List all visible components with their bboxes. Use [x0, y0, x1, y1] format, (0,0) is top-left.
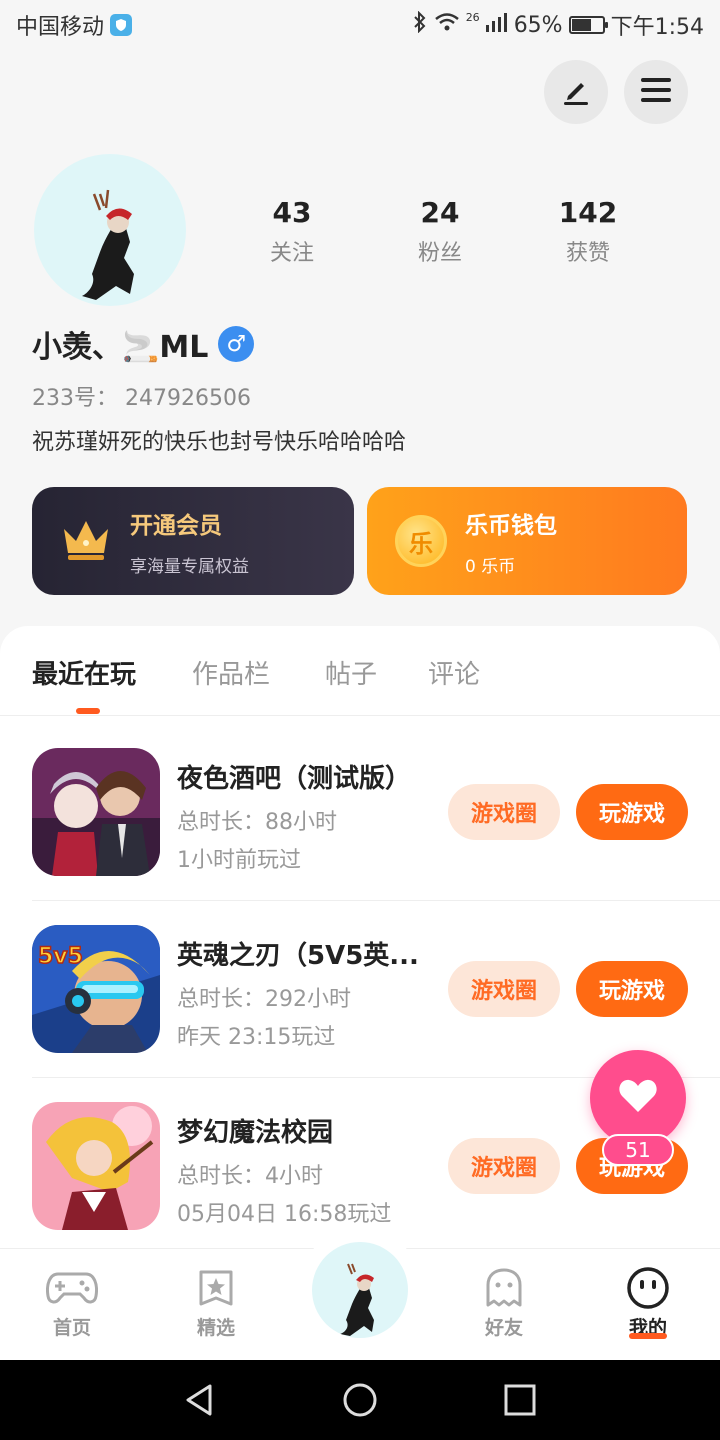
nav-featured-label: 精选 — [196, 1317, 235, 1339]
star-icon — [171, 1267, 261, 1309]
stat-following[interactable]: 43 关注 — [232, 196, 352, 267]
game-duration: 总时长：4小时 — [177, 1164, 323, 1189]
fans-label: 粉丝 — [417, 241, 462, 266]
username: 小羡、🚬ML — [32, 330, 209, 365]
wallet-title: 乐币钱包 — [465, 512, 557, 539]
game-icon-magic-school — [32, 1102, 160, 1230]
game-title: 英魂之刃（5V5英... — [177, 941, 419, 971]
game-title: 夜色酒吧（测试版） — [177, 764, 412, 794]
game-circle-button[interactable]: 游戏圈 — [448, 961, 560, 1017]
recents-icon[interactable] — [502, 1382, 538, 1418]
game-icon-badge: 5v5 — [38, 944, 83, 969]
following-label: 关注 — [269, 241, 314, 266]
nav-me[interactable]: 我的 — [603, 1267, 693, 1340]
tab-posts[interactable]: 帖子 — [325, 654, 377, 691]
back-icon[interactable] — [182, 1382, 218, 1418]
heart-icon — [618, 1078, 658, 1118]
status-bar: 中国移动 26 65% 下午1:54 — [0, 0, 720, 50]
divider — [32, 900, 720, 901]
bluetooth-icon — [412, 10, 428, 39]
nav-featured[interactable]: 精选 — [171, 1267, 261, 1340]
game-circle-button[interactable]: 游戏圈 — [448, 784, 560, 840]
floating-like-button[interactable] — [590, 1050, 686, 1146]
coin-icon: 乐 — [395, 515, 447, 567]
tab-indicator — [76, 708, 100, 714]
play-game-button[interactable]: 玩游戏 — [576, 961, 688, 1017]
game-title: 梦幻魔法校园 — [177, 1118, 334, 1148]
crown-icon — [60, 517, 112, 565]
following-count: 43 — [272, 196, 312, 229]
home-circle-icon[interactable] — [342, 1382, 378, 1418]
game-duration: 总时长：292小时 — [177, 987, 351, 1012]
like-count-badge: 51 — [602, 1134, 674, 1166]
game-circle-button[interactable]: 游戏圈 — [448, 1138, 560, 1194]
fans-count: 24 — [420, 196, 460, 229]
stat-fans[interactable]: 24 粉丝 — [380, 196, 500, 267]
avatar[interactable] — [34, 154, 186, 306]
clock: 下午1:54 — [610, 15, 704, 40]
nav-center-avatar-button[interactable] — [312, 1242, 408, 1338]
game-row[interactable]: 夜色酒吧（测试版） 总时长：88小时 1小时前玩过 游戏圈 玩游戏 — [32, 748, 720, 908]
gamepad-icon — [27, 1267, 117, 1309]
nav-friends[interactable]: 好友 — [459, 1267, 549, 1340]
carrier-name: 中国移动 — [16, 15, 105, 40]
hamburger-icon — [641, 77, 671, 107]
game-duration: 总时长：88小时 — [177, 810, 337, 835]
likes-count: 142 — [558, 196, 618, 229]
nav-home[interactable]: 首页 — [27, 1267, 117, 1340]
signal-icon — [485, 12, 508, 38]
game-icon-heroblade: 5v5 — [32, 925, 160, 1053]
game-icon-nightbar — [32, 748, 160, 876]
stat-likes[interactable]: 142 获赞 — [528, 196, 648, 267]
vip-subtitle: 享海量专属权益 — [130, 556, 249, 577]
network-type: 26 — [465, 11, 480, 24]
wallet-card[interactable]: 乐 乐币钱包 0 乐币 — [367, 487, 687, 595]
shield-icon — [110, 14, 133, 36]
account-id: 233号： 247926506 — [32, 386, 251, 411]
nav-active-indicator — [629, 1333, 667, 1339]
smiley-icon — [603, 1267, 693, 1309]
bio: 祝苏瑾妍死的快乐也封号快乐哈哈哈哈 — [32, 430, 407, 455]
likes-label: 获赞 — [565, 241, 610, 266]
menu-button[interactable] — [624, 60, 688, 124]
ghost-icon — [459, 1267, 549, 1309]
vip-card[interactable]: 开通会员 享海量专属权益 — [32, 487, 354, 595]
tab-recently-played[interactable]: 最近在玩 — [32, 654, 136, 691]
nav-friends-label: 好友 — [484, 1317, 523, 1339]
tab-comments[interactable]: 评论 — [428, 654, 480, 691]
play-game-button[interactable]: 玩游戏 — [576, 784, 688, 840]
wifi-icon — [434, 12, 460, 38]
game-last-played: 昨天 23:15玩过 — [177, 1025, 336, 1050]
vip-title: 开通会员 — [130, 512, 222, 539]
battery-icon — [568, 16, 608, 34]
edit-profile-button[interactable] — [544, 60, 608, 124]
battery-percent: 65% — [513, 12, 563, 38]
tab-bar: 最近在玩 作品栏 帖子 评论 — [0, 626, 720, 716]
male-icon: ♂ — [218, 326, 255, 362]
tab-works[interactable]: 作品栏 — [192, 654, 270, 691]
username-row: 小羡、🚬ML ♂ — [32, 322, 255, 366]
nav-home-label: 首页 — [52, 1317, 91, 1339]
system-nav-bar — [0, 1360, 720, 1440]
wallet-balance: 0 乐币 — [465, 556, 516, 577]
pencil-icon — [560, 74, 592, 110]
game-last-played: 1小时前玩过 — [177, 848, 301, 873]
